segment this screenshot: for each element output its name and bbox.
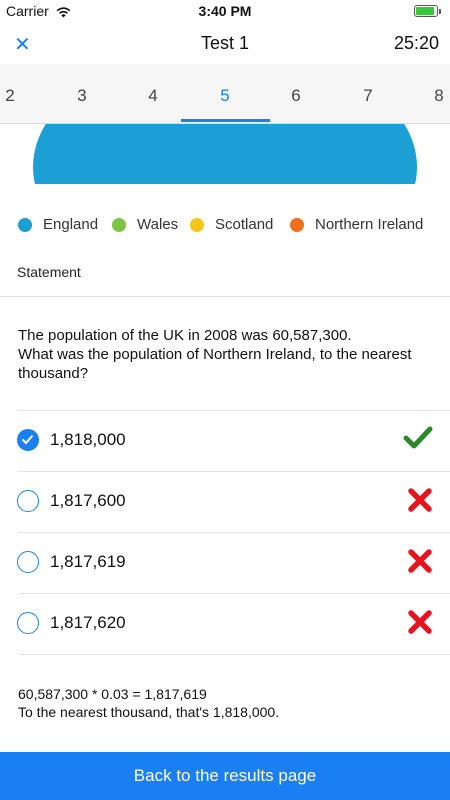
radio-unchecked-icon[interactable]: [17, 612, 39, 634]
legend-dot-england: [18, 218, 32, 232]
answer-label: 1,817,600: [50, 491, 126, 510]
countdown-timer: 25:20: [393, 33, 439, 53]
legend-label: Northern Ireland: [315, 216, 424, 233]
legend-dot-scotland: [190, 218, 204, 232]
question-tabs: 2 3 4 5 6 7 8: [0, 64, 450, 124]
divider: [18, 654, 450, 655]
tab-question-7[interactable]: 7: [348, 86, 388, 106]
answer-option[interactable]: 1,818,000: [0, 411, 450, 471]
nav-bar: ✕ Test 1 25:20: [0, 24, 450, 64]
battery-icon: [414, 5, 441, 17]
pie-slice-england: [33, 124, 417, 184]
legend-label: Wales: [137, 216, 179, 233]
legend-label: England: [43, 216, 99, 233]
tab-question-2[interactable]: 2: [0, 86, 30, 106]
answer-option[interactable]: 1,817,620: [0, 594, 450, 654]
explanation-text: 60,587,300 * 0.03 = 1,817,619 To the nea…: [18, 685, 279, 721]
pie-chart: [0, 124, 450, 184]
radio-checked-icon[interactable]: [17, 429, 39, 451]
answer-option[interactable]: 1,817,619: [0, 533, 450, 593]
page-title: Test 1: [200, 33, 250, 53]
correct-check-icon: [403, 426, 433, 455]
legend-dot-wales: [112, 218, 126, 232]
active-tab-indicator: [181, 119, 270, 122]
question-line: What was the population of Northern Irel…: [18, 346, 412, 382]
tab-question-5[interactable]: 5: [205, 86, 245, 106]
back-to-results-button[interactable]: Back to the results page: [0, 752, 450, 800]
chart-legend: England Wales Scotland Northern Ireland: [0, 214, 450, 236]
answer-label: 1,817,620: [50, 613, 126, 632]
question-line: The population of the UK in 2008 was 60,…: [18, 327, 352, 344]
explanation-line: To the nearest thousand, that's 1,818,00…: [18, 704, 280, 720]
question-text: The population of the UK in 2008 was 60,…: [18, 326, 428, 383]
answer-label: 1,818,000: [50, 430, 126, 449]
radio-unchecked-icon[interactable]: [17, 551, 39, 573]
incorrect-cross-icon: [407, 609, 433, 640]
legend-dot-northern-ireland: [290, 218, 304, 232]
tab-question-4[interactable]: 4: [133, 86, 173, 106]
tab-question-3[interactable]: 3: [62, 86, 102, 106]
explanation-line: 60,587,300 * 0.03 = 1,817,619: [18, 686, 207, 702]
radio-unchecked-icon[interactable]: [17, 490, 39, 512]
tab-question-6[interactable]: 6: [276, 86, 316, 106]
divider: [0, 296, 450, 297]
tab-question-8[interactable]: 8: [419, 86, 450, 106]
answer-option[interactable]: 1,817,600: [0, 472, 450, 532]
incorrect-cross-icon: [407, 548, 433, 579]
incorrect-cross-icon: [407, 487, 433, 518]
section-label: Statement: [17, 264, 81, 280]
answer-label: 1,817,619: [50, 552, 126, 571]
legend-label: Scotland: [215, 216, 274, 233]
status-time: 3:40 PM: [198, 3, 252, 19]
status-bar: Carrier 3:40 PM: [0, 0, 450, 24]
